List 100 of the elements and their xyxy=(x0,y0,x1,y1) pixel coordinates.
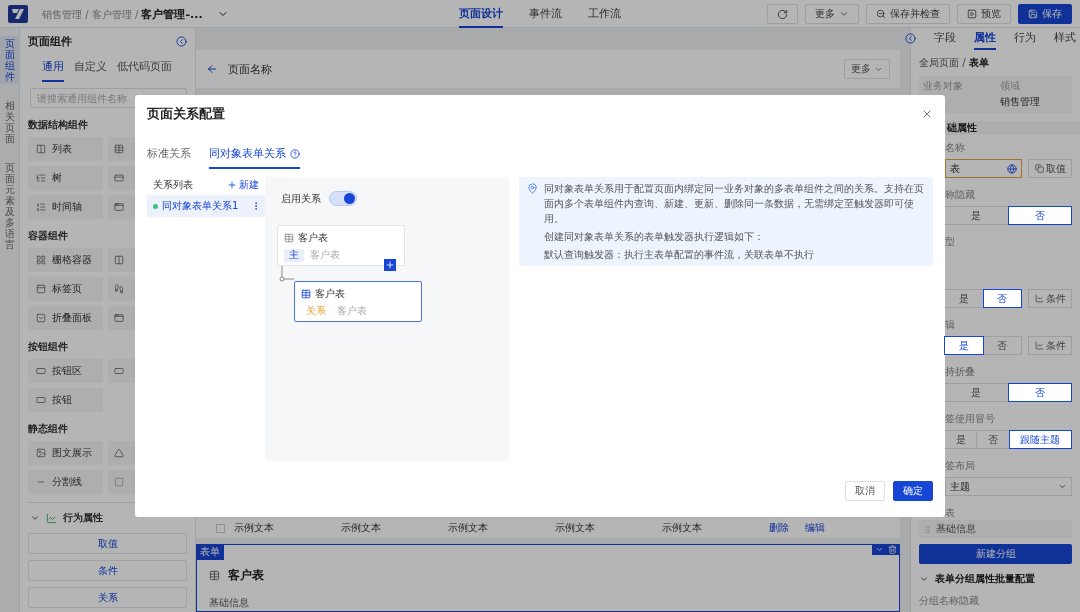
triangle-icon xyxy=(114,448,124,458)
segment-option[interactable]: 是 xyxy=(944,336,984,355)
select-field[interactable]: 主题 xyxy=(945,477,1072,496)
component-item[interactable]: 树 xyxy=(28,166,103,190)
segment-option[interactable]: 跟随主题 xyxy=(1008,430,1072,449)
close-icon[interactable] xyxy=(921,108,933,120)
table-cell-text: 示例文本 xyxy=(555,521,596,535)
window-icon xyxy=(114,313,124,323)
chart-icon xyxy=(1034,341,1044,350)
rail-tab[interactable]: 相关页面 xyxy=(0,98,20,146)
action-link[interactable]: 删除 xyxy=(769,521,805,535)
table-cell-text: 示例文本 xyxy=(234,521,275,535)
toggle-label: 启用关系 xyxy=(281,191,321,206)
more-button[interactable]: 更多 xyxy=(844,59,890,79)
component-item[interactable]: 列表 xyxy=(28,137,103,161)
property-tab[interactable]: 属性 xyxy=(974,28,996,50)
check-button[interactable]: 保存并检查 xyxy=(866,4,950,24)
nav-tab[interactable]: 工作流 xyxy=(588,0,621,28)
value-button[interactable]: 取值 xyxy=(1028,159,1072,178)
component-item[interactable]: 标签页 xyxy=(28,277,103,301)
component-item[interactable]: 图文展示 xyxy=(28,441,103,465)
node-subtitle: 客户表 xyxy=(310,249,340,262)
component-item[interactable]: 时间轴 xyxy=(28,195,103,219)
segment-option[interactable]: 否 xyxy=(976,430,1010,449)
condition-button[interactable]: 条件 xyxy=(1028,289,1072,308)
columns-icon xyxy=(36,144,46,154)
collapse-icon xyxy=(36,313,46,323)
role-tag: 主 xyxy=(284,249,304,262)
behavior-button[interactable]: 关系 xyxy=(28,587,187,608)
enable-toggle[interactable] xyxy=(329,191,357,206)
field-label: 表 xyxy=(945,506,956,520)
table-node[interactable]: 客户表 主 客户表 xyxy=(277,225,405,266)
category-tab[interactable]: 低代码页面 xyxy=(117,54,172,82)
name-field[interactable]: 表 xyxy=(945,159,1022,178)
segment-option[interactable]: 否 xyxy=(1007,383,1072,402)
connector-line xyxy=(278,266,296,282)
steps-icon xyxy=(114,284,124,294)
tree-icon xyxy=(36,173,46,183)
more-button[interactable]: 更多 xyxy=(805,4,859,24)
dialog-tab[interactable]: 标准关系 xyxy=(147,141,191,169)
add-node-button[interactable] xyxy=(384,259,396,271)
group-title: 静态组件 xyxy=(28,422,69,436)
component-item[interactable]: 按钮区 xyxy=(28,359,103,383)
group-title: 容器组件 xyxy=(28,229,69,243)
status-dot xyxy=(153,203,158,209)
collapse-icon[interactable] xyxy=(905,33,916,45)
confirm-button[interactable]: 确定 xyxy=(893,481,933,501)
table-icon xyxy=(209,570,220,581)
table-cell-text: 示例文本 xyxy=(341,521,382,535)
back-arrow-icon[interactable] xyxy=(206,63,218,75)
button-icon xyxy=(36,395,46,405)
behavior-button[interactable]: 条件 xyxy=(28,560,187,581)
group-item[interactable]: 基础信息 xyxy=(919,520,1072,538)
info-value: 销售管理 xyxy=(999,94,1041,109)
category-tab[interactable]: 自定义 xyxy=(74,54,107,82)
save-button[interactable]: 保存 xyxy=(1018,4,1072,24)
chart-icon xyxy=(46,512,57,524)
component-item[interactable]: 分割线 xyxy=(28,470,103,494)
segment-option[interactable]: 否 xyxy=(982,336,1022,355)
chevron-down-icon xyxy=(1058,482,1067,491)
table-node[interactable]: 客户表 关系 客户表 xyxy=(294,281,422,322)
window-icon xyxy=(114,202,124,212)
row-checkbox[interactable] xyxy=(216,523,225,533)
refresh-button[interactable] xyxy=(767,4,798,24)
category-tab[interactable]: 通用 xyxy=(42,54,64,82)
logo-icon xyxy=(8,5,28,23)
tab-icon xyxy=(36,284,46,294)
rail-tab[interactable]: 页面元素及多语言 xyxy=(0,160,20,252)
rail-tab[interactable]: 页面组件 xyxy=(0,36,20,84)
new-link[interactable]: 新建 xyxy=(227,178,259,192)
action-link[interactable]: 编辑 xyxy=(805,521,845,535)
breadcrumb: 全局页面 / 表单 xyxy=(918,55,990,70)
grid-icon xyxy=(36,255,46,265)
property-tab[interactable]: 字段 xyxy=(934,28,956,50)
segment-option[interactable]: 否 xyxy=(982,289,1022,308)
segment-option[interactable]: 否 xyxy=(1007,206,1072,225)
nav-tab[interactable]: 页面设计 xyxy=(459,0,503,28)
add-group-button[interactable]: 新建分组 xyxy=(919,544,1072,564)
segment-option[interactable]: 是 xyxy=(944,383,1009,402)
image-icon xyxy=(36,448,46,458)
form-toolbar[interactable] xyxy=(872,544,900,555)
preview-button[interactable]: 预览 xyxy=(957,4,1011,24)
field-label: 型 xyxy=(945,235,956,249)
cancel-button[interactable]: 取消 xyxy=(845,481,885,501)
collapse-icon[interactable] xyxy=(176,35,187,47)
component-item[interactable]: 折叠面板 xyxy=(28,306,103,330)
dialog-tab[interactable]: 同对象表单关系 xyxy=(209,141,300,169)
form-title: 客户表 xyxy=(228,567,264,584)
segment-option[interactable]: 是 xyxy=(944,289,984,308)
nav-tab[interactable]: 事件流 xyxy=(529,0,562,28)
component-item[interactable]: 栅格容器 xyxy=(28,248,103,272)
behavior-button[interactable]: 取值 xyxy=(28,533,187,554)
relation-item[interactable]: 同对象表单关系1 xyxy=(147,195,265,217)
property-tab[interactable]: 行为 xyxy=(1014,28,1036,50)
property-tab[interactable]: 样式 xyxy=(1054,28,1076,50)
condition-button[interactable]: 条件 xyxy=(1028,336,1072,355)
info-text: 创建同对象表单关系的表单触发器执行逻辑如下： xyxy=(544,230,765,244)
node-title: 客户表 xyxy=(298,231,328,245)
component-item[interactable]: 按钮 xyxy=(28,388,103,412)
segment-option[interactable]: 是 xyxy=(944,206,1009,225)
